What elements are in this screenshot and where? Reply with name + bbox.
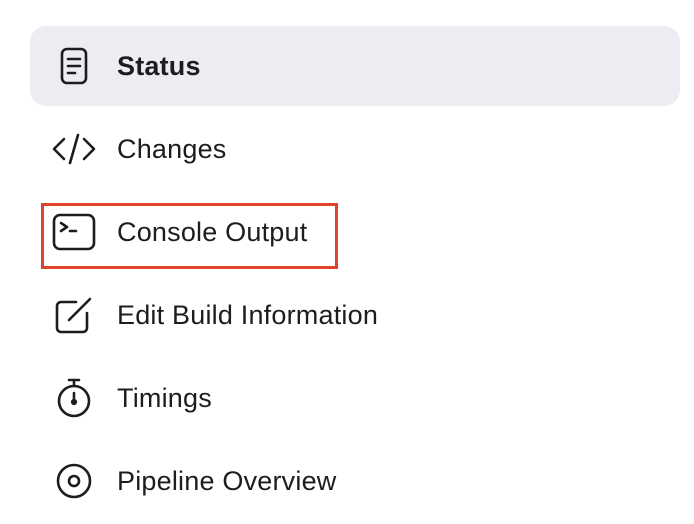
- menu-item-label: Status: [117, 51, 201, 81]
- build-side-menu: Status Changes Console Output Edit Build…: [30, 26, 680, 524]
- pipeline-icon: [52, 459, 96, 503]
- menu-item-edit-build-information[interactable]: Edit Build Information: [30, 275, 680, 355]
- menu-item-label: Timings: [117, 383, 212, 413]
- status-document-icon: [52, 44, 96, 88]
- menu-item-label: Pipeline Overview: [117, 466, 337, 496]
- terminal-icon: [52, 210, 96, 254]
- stopwatch-icon: [52, 376, 96, 420]
- menu-item-console-output[interactable]: Console Output: [30, 192, 680, 272]
- edit-icon: [52, 293, 96, 337]
- menu-item-label: Console Output: [117, 217, 308, 247]
- menu-item-label: Edit Build Information: [117, 300, 379, 330]
- menu-item-changes[interactable]: Changes: [30, 109, 680, 189]
- menu-item-status[interactable]: Status: [30, 26, 680, 106]
- menu-item-pipeline-overview[interactable]: Pipeline Overview: [30, 441, 680, 521]
- menu-item-timings[interactable]: Timings: [30, 358, 680, 438]
- menu-item-label: Changes: [117, 134, 227, 164]
- code-icon: [52, 127, 96, 171]
